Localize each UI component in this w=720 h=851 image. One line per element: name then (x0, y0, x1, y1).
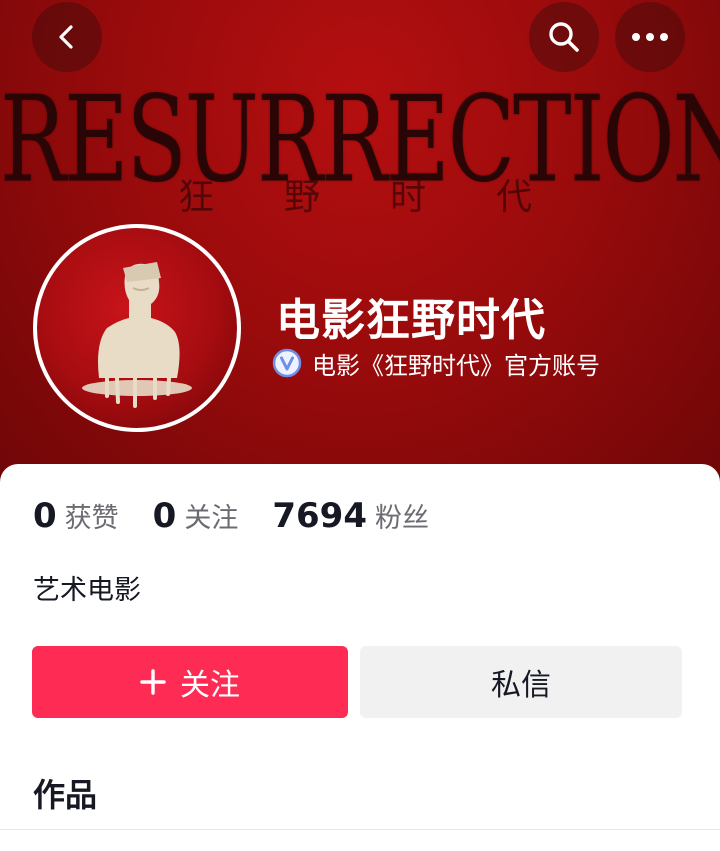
follow-button[interactable]: 关注 (32, 646, 348, 718)
verified-badge-icon (272, 348, 302, 378)
verification-text: 电影《狂野时代》官方账号 (312, 351, 600, 380)
follow-label: 关注 (180, 668, 240, 703)
stat-following[interactable]: 0 关注 (153, 496, 239, 536)
stat-followers[interactable]: 7694 粉丝 (272, 496, 429, 536)
stat-likes[interactable]: 0 获赞 (33, 496, 119, 536)
chevron-left-icon (59, 25, 73, 49)
banner-subtitle: 狂野时代 (177, 177, 602, 218)
tab-works[interactable]: 作品 (33, 770, 97, 816)
back-button[interactable] (32, 2, 102, 72)
profile-stats: 0 获赞 0 关注 7694 粉丝 (33, 496, 463, 536)
stat-value: 0 (152, 496, 177, 536)
verification-row: 电影《狂野时代》官方账号 (272, 346, 600, 380)
message-button[interactable]: 私信 (360, 646, 682, 718)
search-icon (549, 22, 579, 52)
more-button[interactable] (615, 2, 685, 72)
message-label: 私信 (491, 668, 551, 703)
plus-icon (140, 669, 166, 695)
search-button[interactable] (529, 2, 599, 72)
stat-value: 7694 (272, 496, 367, 536)
stat-value: 0 (33, 496, 57, 536)
sculpture-bust-image (82, 262, 192, 408)
more-horizontal-icon (632, 33, 668, 41)
stat-label: 关注 (184, 503, 239, 534)
avatar[interactable] (33, 224, 241, 432)
stat-label: 获赞 (64, 503, 119, 534)
tab-divider (0, 829, 720, 830)
stat-label: 粉丝 (374, 503, 429, 534)
profile-name: 电影狂野时代 (276, 295, 546, 346)
profile-bio: 艺术电影 (33, 575, 141, 606)
